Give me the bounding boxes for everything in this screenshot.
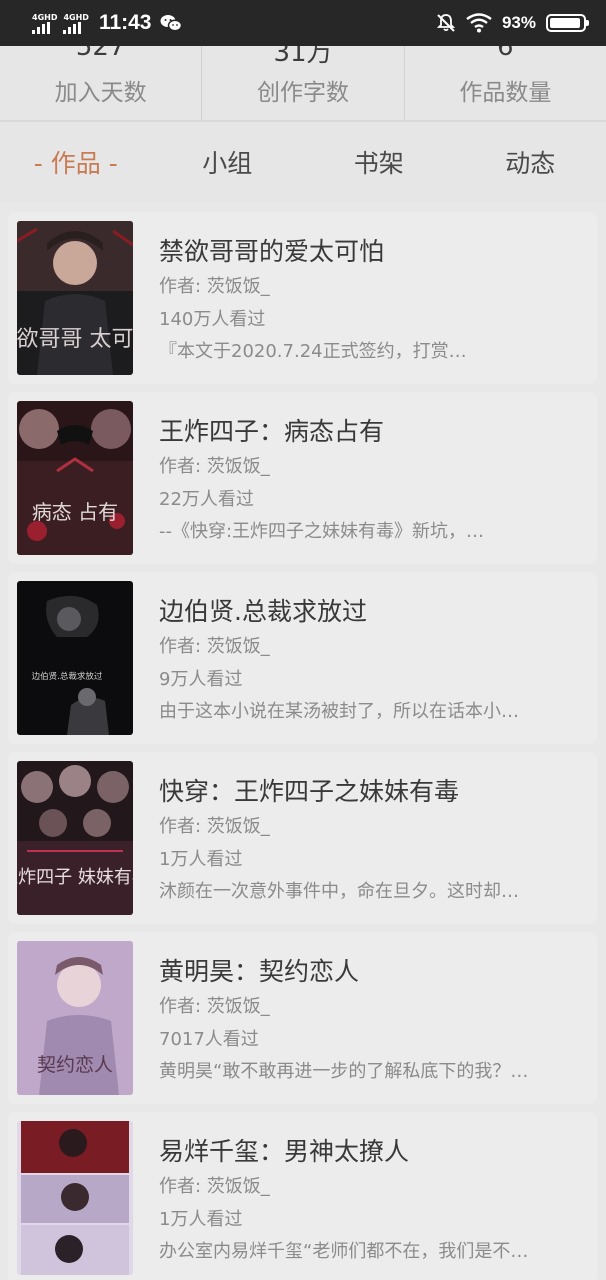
book-author: 作者: 茨饭饭_: [159, 816, 270, 837]
book-title: 黄明昊：契约恋人: [159, 957, 360, 986]
book-views: 140万人看过: [159, 309, 266, 330]
stat-days-joined: 527 加入天数: [0, 46, 201, 120]
book-title: 边伯贤.总裁求放过: [159, 597, 367, 626]
book-description: 由于这本小说在某汤被封了，所以在话本小…: [159, 701, 519, 722]
book-author: 作者: 茨饭饭_: [159, 456, 270, 477]
book-cover[interactable]: 边伯贤.总裁求放过: [17, 581, 133, 735]
book-cover[interactable]: 病态 占有: [17, 401, 133, 555]
book-author: 作者: 茨饭饭_: [159, 1176, 270, 1197]
book-cover[interactable]: 契约恋人: [17, 941, 133, 1095]
tab-works[interactable]: - 作品 -: [0, 144, 152, 180]
book-cover[interactable]: 王炸四子 妹妹有毒: [17, 761, 133, 915]
book-description: 沐颜在一次意外事件中，命在旦夕。这时却…: [159, 881, 519, 902]
book-cover[interactable]: [17, 1121, 133, 1275]
profile-stats: 527 加入天数 31万 创作字数 6 作品数量: [0, 46, 606, 120]
tab-bookshelf[interactable]: 书架: [303, 144, 455, 180]
book-author: 作者: 茨饭饭_: [159, 996, 270, 1017]
battery-icon: [546, 14, 589, 32]
book-title: 快穿：王炸四子之妹妹有毒: [159, 777, 460, 806]
book-views: 7017人看过: [159, 1029, 259, 1050]
stat-value: 31万: [273, 46, 333, 68]
book-title: 禁欲哥哥的爱太可怕: [159, 237, 385, 266]
cover-title: 边伯贤.总裁求放过: [32, 671, 103, 682]
book-description: 办公室内易烊千玺“老师们都不在，我们是不…: [159, 1241, 529, 1262]
battery-percent: 93%: [501, 13, 536, 32]
signal-icon: 4GHD: [63, 12, 89, 34]
book-views: 1万人看过: [159, 849, 243, 870]
book-title: 王炸四子：病态占有: [159, 417, 385, 446]
network-type-label: 4GHD: [32, 12, 58, 22]
book-views: 22万人看过: [159, 489, 254, 510]
stat-works-count: 6 作品数量: [403, 46, 606, 120]
stat-value: 6: [497, 46, 514, 62]
stat-value: 527: [75, 46, 126, 62]
status-bar: 4GHD 4GHD 11:43 93%: [0, 0, 606, 46]
book-card[interactable]: 易烊千玺：男神太撩人 作者: 茨饭饭_ 1万人看过 办公室内易烊千玺“老师们都不…: [8, 1112, 597, 1280]
tab-activity[interactable]: 动态: [455, 144, 606, 180]
network-type-label: 4GHD: [63, 12, 89, 22]
tab-groups[interactable]: 小组: [152, 144, 304, 180]
clock: 11:43: [98, 11, 152, 34]
book-card[interactable]: 契约恋人 黄明昊：契约恋人 作者: 茨饭饭_ 7017人看过 黄明昊“敢不敢再进…: [8, 932, 597, 1104]
cover-title: 契约恋人: [37, 1054, 113, 1076]
cover-title: 病态 占有: [32, 500, 118, 524]
book-views: 1万人看过: [159, 1209, 243, 1230]
mute-bell-icon: [436, 14, 456, 32]
book-card[interactable]: 王炸四子 妹妹有毒 快穿：王炸四子之妹妹有毒 作者: 茨饭饭_ 1万人看过 沐颜…: [8, 752, 597, 924]
book-title: 易烊千玺：男神太撩人: [159, 1137, 410, 1166]
stat-label: 作品数量: [459, 80, 552, 106]
book-description: --《快穿:王炸四子之妹妹有毒》新坑，…: [159, 521, 485, 542]
book-card[interactable]: 病态 占有 王炸四子：病态占有 作者: 茨饭饭_ 22万人看过 --《快穿:王炸…: [8, 392, 597, 564]
book-cover[interactable]: 禁欲哥哥 太可怕: [17, 221, 133, 375]
book-views: 9万人看过: [159, 669, 243, 690]
book-author: 作者: 茨饭饭_: [159, 276, 270, 297]
wifi-icon: [466, 13, 492, 33]
stat-label: 创作字数: [256, 80, 349, 106]
stat-label: 加入天数: [54, 80, 147, 106]
stat-word-count: 31万 创作字数: [201, 46, 403, 120]
profile-tabs: - 作品 - 小组 书架 动态: [0, 122, 606, 202]
cover-title: 禁欲哥哥 太可怕: [17, 327, 133, 352]
book-card[interactable]: 边伯贤.总裁求放过 边伯贤.总裁求放过 作者: 茨饭饭_ 9万人看过 由于这本小…: [8, 572, 597, 744]
book-description: 黄明昊“敢不敢再进一步的了解私底下的我？…: [159, 1061, 529, 1082]
signal-icon: 4GHD: [32, 13, 57, 34]
wechat-icon: [160, 15, 182, 32]
book-card[interactable]: 禁欲哥哥 太可怕 禁欲哥哥的爱太可怕 作者: 茨饭饭_ 140万人看过 『本文于…: [8, 212, 597, 384]
cover-title: 王炸四子 妹妹有毒: [17, 867, 133, 888]
book-description: 『本文于2020.7.24正式签约，打赏…: [159, 341, 467, 362]
book-author: 作者: 茨饭饭_: [159, 636, 270, 657]
